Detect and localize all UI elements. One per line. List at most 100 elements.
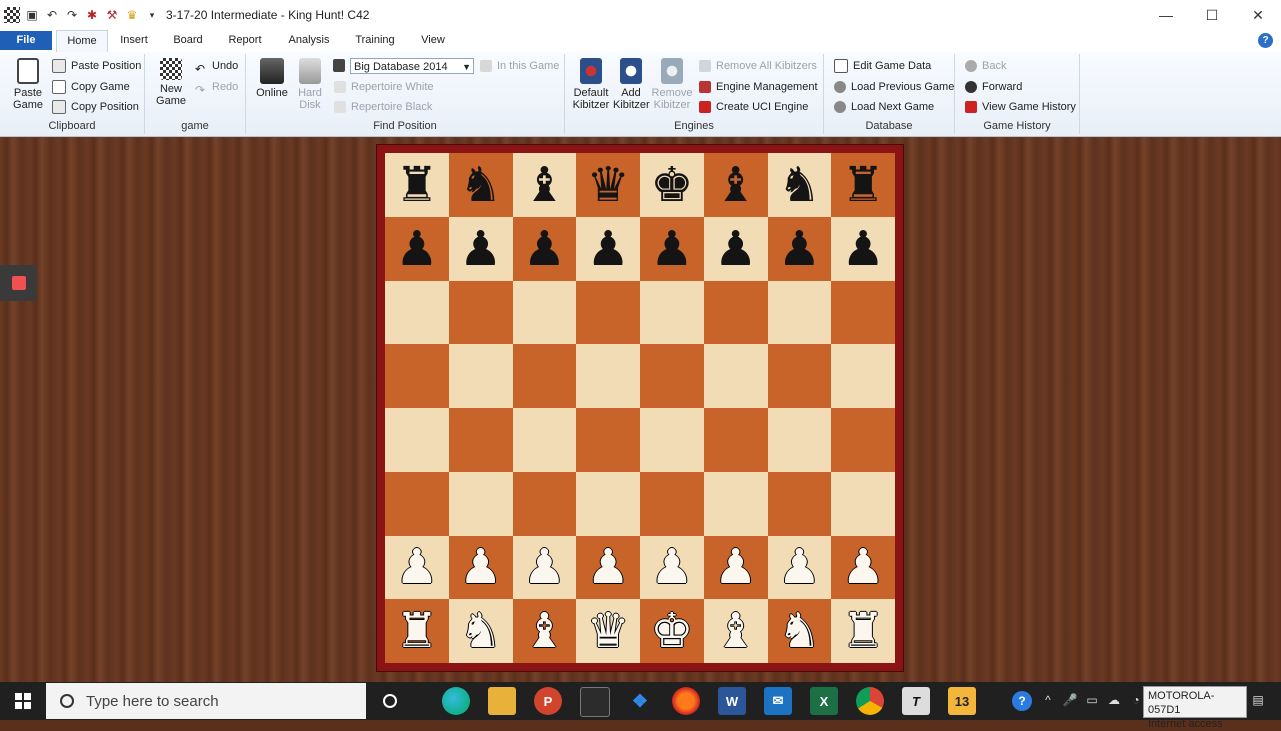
chevron-up-icon[interactable]: ^ bbox=[1040, 692, 1056, 708]
minimize-button[interactable]: — bbox=[1143, 0, 1189, 30]
tab-training[interactable]: Training bbox=[348, 30, 402, 51]
tab-home[interactable]: Home bbox=[56, 30, 108, 53]
tab-insert[interactable]: Insert bbox=[112, 30, 156, 51]
board-square[interactable]: ♟ bbox=[512, 535, 577, 600]
board-square[interactable]: ♝ bbox=[512, 153, 577, 217]
board-square[interactable] bbox=[767, 344, 832, 408]
board-square[interactable]: ♞ bbox=[448, 599, 513, 663]
board-square[interactable] bbox=[385, 344, 449, 408]
black-pawn-icon[interactable]: ♟ bbox=[459, 225, 502, 273]
board-square[interactable] bbox=[767, 408, 832, 472]
board-square[interactable] bbox=[640, 408, 704, 472]
board-square[interactable] bbox=[512, 344, 577, 408]
typora-icon[interactable]: T bbox=[902, 687, 930, 715]
white-pawn-icon[interactable]: ♟ bbox=[523, 543, 566, 591]
add-kibitzer-button[interactable]: Add Kibitzer bbox=[613, 58, 650, 111]
white-bishop-icon[interactable]: ♝ bbox=[714, 607, 757, 655]
edge-icon[interactable] bbox=[442, 687, 470, 715]
board-square[interactable]: ♜ bbox=[831, 599, 895, 663]
help-tray-icon[interactable]: ? bbox=[1012, 691, 1032, 711]
board-square[interactable]: ♛ bbox=[576, 599, 640, 663]
task-view-icon[interactable] bbox=[376, 687, 404, 715]
notifications-icon[interactable]: ▤ bbox=[1250, 692, 1266, 708]
close-button[interactable]: ✕ bbox=[1235, 0, 1281, 30]
board-square[interactable] bbox=[385, 280, 449, 345]
white-queen-icon[interactable]: ♛ bbox=[587, 607, 630, 655]
in-this-game-button[interactable]: In this Game bbox=[480, 57, 559, 75]
board-square[interactable] bbox=[703, 280, 768, 345]
white-bishop-icon[interactable]: ♝ bbox=[523, 607, 566, 655]
black-pawn-icon[interactable]: ♟ bbox=[587, 225, 630, 273]
board-square[interactable] bbox=[448, 280, 513, 345]
board-square[interactable] bbox=[448, 471, 513, 536]
board-square[interactable] bbox=[385, 471, 449, 536]
mail-icon[interactable]: ✉ bbox=[764, 687, 792, 715]
board-square[interactable] bbox=[385, 408, 449, 472]
board-square[interactable] bbox=[767, 280, 832, 345]
black-pawn-icon[interactable]: ♟ bbox=[395, 225, 438, 273]
white-pawn-icon[interactable]: ♟ bbox=[587, 543, 630, 591]
board-square[interactable]: ♟ bbox=[767, 216, 832, 281]
firefox-icon[interactable] bbox=[672, 687, 700, 715]
black-bishop-icon[interactable]: ♝ bbox=[714, 161, 757, 209]
paste-position-button[interactable]: Paste Position bbox=[52, 57, 141, 75]
tab-report[interactable]: Report bbox=[222, 30, 268, 51]
excel-icon[interactable]: X bbox=[810, 687, 838, 715]
trophy-icon[interactable]: ♛ bbox=[124, 7, 140, 23]
board-square[interactable]: ♟ bbox=[640, 216, 704, 281]
board-square[interactable]: ♝ bbox=[512, 599, 577, 663]
black-pawn-icon[interactable]: ♟ bbox=[714, 225, 757, 273]
store-icon[interactable] bbox=[580, 687, 610, 717]
tab-file[interactable]: File bbox=[0, 31, 52, 50]
maximize-button[interactable]: ☐ bbox=[1189, 0, 1235, 30]
board-square[interactable]: ♛ bbox=[576, 153, 640, 217]
word-icon[interactable]: W bbox=[718, 687, 746, 715]
white-pawn-icon[interactable]: ♟ bbox=[714, 543, 757, 591]
board-square[interactable]: ♜ bbox=[831, 153, 895, 217]
hard-disk-button[interactable]: Hard Disk bbox=[294, 58, 326, 111]
create-uci-engine-button[interactable]: Create UCI Engine bbox=[699, 98, 808, 116]
white-knight-icon[interactable]: ♞ bbox=[778, 607, 821, 655]
view-game-history-button[interactable]: View Game History bbox=[965, 98, 1076, 116]
board-square[interactable]: ♜ bbox=[385, 599, 449, 663]
board-square[interactable] bbox=[512, 471, 577, 536]
copy-position-button[interactable]: Copy Position bbox=[52, 98, 139, 116]
load-next-game-button[interactable]: Load Next Game bbox=[834, 98, 934, 116]
board-square[interactable]: ♟ bbox=[576, 216, 640, 281]
copy-game-button[interactable]: Copy Game bbox=[52, 78, 130, 96]
black-bishop-icon[interactable]: ♝ bbox=[523, 161, 566, 209]
fritz-app-icon[interactable]: 13 bbox=[948, 687, 976, 715]
black-knight-icon[interactable]: ♞ bbox=[459, 161, 502, 209]
board-square[interactable]: ♞ bbox=[767, 599, 832, 663]
board-square[interactable]: ♟ bbox=[448, 216, 513, 281]
new-game-button[interactable]: New Game bbox=[151, 58, 191, 107]
repertoire-white-button[interactable]: Repertoire White bbox=[334, 78, 434, 96]
board-square[interactable]: ♟ bbox=[576, 535, 640, 600]
remove-kibitzer-button[interactable]: Remove Kibitzer bbox=[651, 58, 693, 111]
undo-button[interactable]: ↶ Undo bbox=[195, 57, 238, 76]
board-square[interactable]: ♝ bbox=[703, 599, 768, 663]
black-knight-icon[interactable]: ♞ bbox=[778, 161, 821, 209]
stop-button[interactable] bbox=[0, 265, 37, 301]
tab-view[interactable]: View bbox=[414, 30, 452, 51]
back-button[interactable]: Back bbox=[965, 57, 1006, 75]
board-square[interactable] bbox=[640, 471, 704, 536]
start-button[interactable] bbox=[0, 682, 46, 720]
chessboard[interactable]: ♜ ♞ ♝ ♛ ♚ ♝ ♞ ♜ ♟ ♟ ♟ ♟ ♟ ♟ ♟ ♟ ♟ ♟ ♟ ♟ ♟ ♟ ♟ ♟ ♜ ♞ ♝ ♛ ♚ ♝ ♞ ♜ bbox=[385, 153, 895, 663]
help-icon[interactable]: ? bbox=[1258, 33, 1273, 48]
board-square[interactable] bbox=[831, 408, 895, 472]
board-square[interactable]: ♞ bbox=[767, 153, 832, 217]
black-pawn-icon[interactable]: ♟ bbox=[650, 225, 693, 273]
white-pawn-icon[interactable]: ♟ bbox=[650, 543, 693, 591]
microphone-icon[interactable]: 🎤 bbox=[1062, 692, 1078, 708]
black-pawn-icon[interactable]: ♟ bbox=[842, 225, 885, 273]
white-pawn-icon[interactable]: ♟ bbox=[459, 543, 502, 591]
board-square[interactable] bbox=[576, 471, 640, 536]
redo-icon[interactable]: ↷ bbox=[64, 7, 80, 23]
board-square[interactable] bbox=[640, 344, 704, 408]
board-square[interactable]: ♝ bbox=[703, 153, 768, 217]
customize-toolbar-icon[interactable]: ▾ bbox=[144, 7, 160, 23]
black-rook-icon[interactable]: ♜ bbox=[842, 161, 885, 209]
board-square[interactable]: ♟ bbox=[512, 216, 577, 281]
board-square[interactable]: ♞ bbox=[448, 153, 513, 217]
